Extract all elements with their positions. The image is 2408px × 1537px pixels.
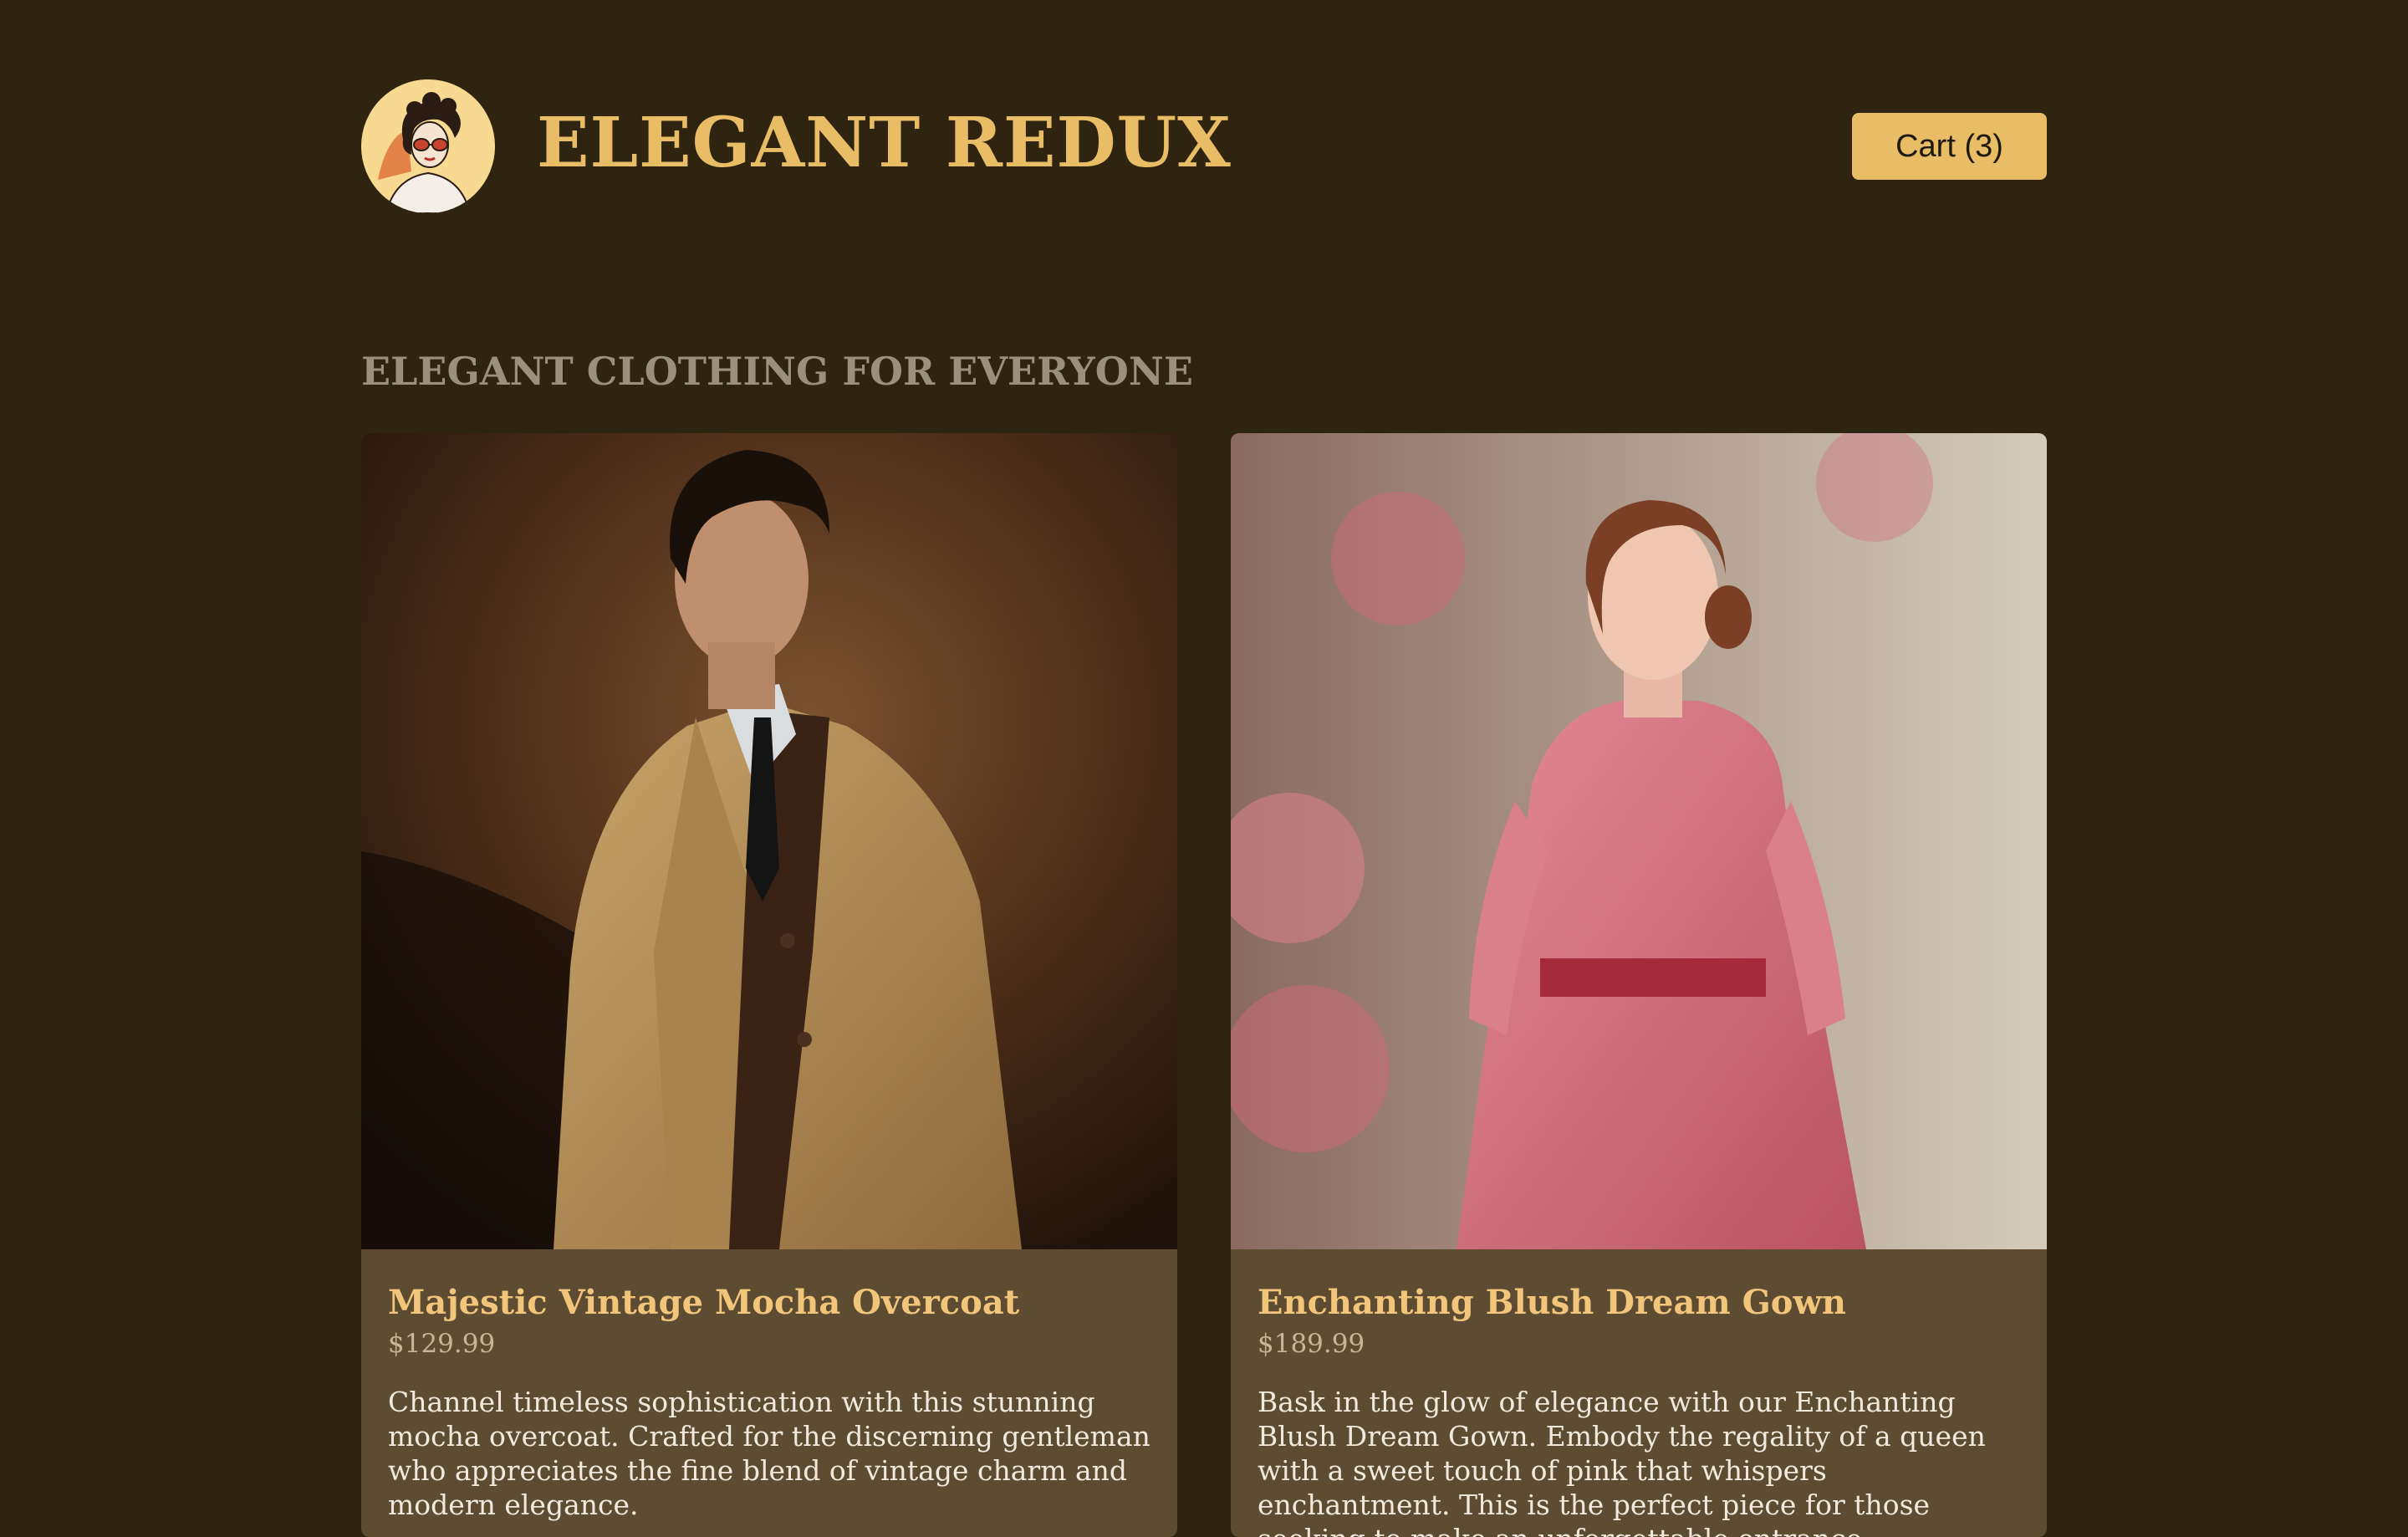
man-overcoat-image[interactable] xyxy=(361,433,1177,1249)
product-title[interactable]: Enchanting Blush Dream Gown xyxy=(1258,1279,1846,1326)
product-price: $129.99 xyxy=(388,1329,496,1359)
brand-name[interactable]: ELEGANT REDUX xyxy=(537,101,1232,185)
vintage-woman-logo-icon[interactable] xyxy=(361,79,495,213)
product-title[interactable]: Majestic Vintage Mocha Overcoat xyxy=(388,1279,1019,1326)
cart-button[interactable]: Cart (3) xyxy=(1852,113,2047,180)
section-heading: ELEGANT CLOTHING FOR EVERYONE xyxy=(361,349,1193,394)
woman-gown-image[interactable] xyxy=(1231,433,2047,1249)
page-container: ELEGANT REDUX Cart (3) ELEGANT CLOTHING … xyxy=(361,0,2047,1537)
product-description: Channel timeless sophistication with thi… xyxy=(388,1386,1150,1521)
product-card[interactable]: Majestic Vintage Mocha Overcoat $129.99 … xyxy=(361,433,1177,1537)
logo-artwork xyxy=(361,79,495,213)
man-overcoat-photo xyxy=(361,433,1177,1249)
product-card[interactable]: Enchanting Blush Dream Gown $189.99 Bask… xyxy=(1231,433,2047,1537)
product-price: $189.99 xyxy=(1258,1329,1365,1359)
site-header: ELEGANT REDUX Cart (3) xyxy=(361,79,2047,215)
woman-gown-photo xyxy=(1231,433,2047,1249)
product-description: Bask in the glow of elegance with our En… xyxy=(1258,1386,1986,1537)
